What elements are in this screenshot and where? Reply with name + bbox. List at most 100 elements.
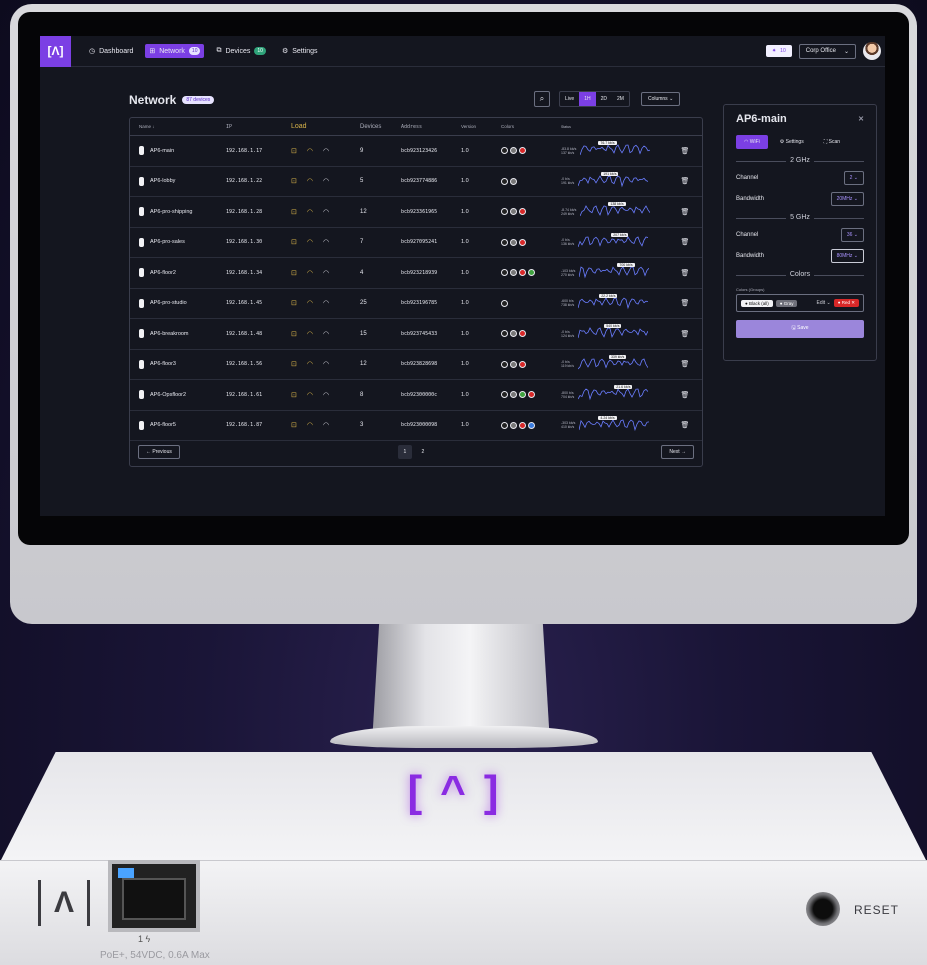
wifi-icon: ◠: [306, 147, 313, 155]
cell-version: 1.0: [461, 391, 469, 398]
time-range-group: Live 1H 2D 2M: [559, 91, 630, 107]
table-row[interactable]: AP6-main 192.168.1.17 ⊡ ◠ ◠ 9 bcb923123426…: [130, 136, 702, 167]
access-point-icon: [139, 420, 144, 430]
delete-icon[interactable]: 🗑: [675, 299, 695, 307]
traffic-sparkline: 138 kb/s: [580, 202, 651, 219]
reset-button[interactable]: [806, 892, 840, 926]
wifi-icon: ◠: [306, 269, 313, 277]
col-name[interactable]: Name ↓: [130, 124, 226, 129]
page-2[interactable]: 2: [416, 445, 430, 459]
office-select[interactable]: Corp Office ⌄: [798, 43, 856, 59]
color-dot: [510, 208, 517, 216]
table-row[interactable]: AP6-pro-studio 192.168.1.45 ⊡ ◠ ◠ 25 bcb92…: [130, 289, 702, 319]
arrow-right-icon: →: [681, 449, 686, 455]
tab-wifi[interactable]: ◠ WiFi: [736, 135, 768, 149]
signal-icon: ◠: [322, 391, 330, 399]
table-row[interactable]: AP6-floor2 192.168.1.34 ⊡ ◠ ◠ 4 bcb9232189…: [130, 258, 702, 289]
range-1h[interactable]: 1H: [579, 92, 596, 106]
delete-icon[interactable]: 🗑: [675, 147, 695, 155]
network-icon: ⊞: [149, 48, 156, 55]
col-ip[interactable]: IP: [226, 124, 291, 130]
delete-icon[interactable]: 🗑: [675, 238, 695, 246]
next-label: Next: [669, 449, 680, 455]
wifi-icon: ◠: [306, 361, 313, 369]
table-row[interactable]: AP6-floor5 192.168.1.87 ⊡ ◠ ◠ 3 bcb9230000…: [130, 411, 702, 441]
table-row[interactable]: AP6-pro-sales 192.168.1.30 ⊡ ◠ ◠ 7 bcb9270…: [130, 228, 702, 258]
color-dot: [510, 147, 517, 155]
traffic-sparkline: 191 kb/s: [577, 171, 649, 189]
cell-version: 1.0: [461, 361, 469, 368]
cell-address: bcb923774886: [401, 178, 438, 185]
range-live[interactable]: Live: [560, 92, 579, 106]
wifi-icon: ◠: [306, 422, 313, 430]
nav-network[interactable]: ⊞ Network 10: [145, 44, 205, 58]
table-row[interactable]: AP6-breakroom 192.168.1.48 ⊡ ◠ ◠ 15 bcb923…: [130, 319, 702, 350]
range-2m[interactable]: 2M: [612, 92, 629, 106]
columns-button[interactable]: Columns ⌄: [640, 92, 681, 106]
previous-button[interactable]: ← Previous: [138, 445, 180, 459]
avatar[interactable]: [863, 42, 881, 60]
channel-label: Channel: [736, 175, 759, 181]
delete-icon[interactable]: 🗑: [675, 421, 695, 429]
signal-icon: ◠: [322, 361, 330, 369]
table-row[interactable]: AP6-floor3 192.168.1.56 ⊡ ◠ ◠ 12 bcb923828…: [130, 350, 702, 380]
delete-icon[interactable]: 🗑: [675, 391, 695, 399]
col-status[interactable]: Status: [561, 125, 675, 129]
traffic-sparkline: 540 kb/s: [577, 324, 649, 341]
nav-settings[interactable]: ⚙ Settings: [278, 44, 322, 58]
bandwidth-2ghz-select[interactable]: 20MHz ⌄: [830, 192, 864, 206]
table-row[interactable]: AP6-lobby 192.168.1.22 ⊡ ◠ ◠ 5 bcb92377488…: [130, 167, 702, 197]
nav-dashboard[interactable]: ◷ Dashboard: [85, 44, 137, 58]
next-button[interactable]: Next →: [661, 445, 694, 459]
sun-button[interactable]: ✷ 10: [765, 45, 792, 57]
delete-icon[interactable]: 🗑: [675, 177, 695, 185]
ethernet-port[interactable]: [108, 860, 200, 932]
color-dot: [501, 208, 508, 216]
color-dot: [519, 360, 526, 368]
color-dot: [501, 391, 508, 399]
sparkline-chart: [577, 235, 649, 247]
device-name: AP6-pro-sales: [150, 239, 185, 246]
edit-colors-button[interactable]: Edit ⌄: [817, 300, 831, 306]
nav-devices[interactable]: ⧉ Devices 10: [212, 44, 269, 58]
table-row[interactable]: AP6-pro-shipping 192.168.1.28 ⊡ ◠ ◠ 12 bcb…: [130, 197, 702, 228]
tab-scan[interactable]: ⛶ Scan: [816, 135, 848, 149]
chip-black[interactable]: ● Black (all): [741, 299, 773, 307]
col-address[interactable]: Address: [401, 124, 461, 130]
bandwidth-5ghz-select[interactable]: 80MHz ⌄: [830, 249, 864, 263]
col-colors[interactable]: Colors: [501, 124, 561, 129]
table-row[interactable]: AP6-Opsfloor2 192.168.1.61 ⊡ ◠ ◠ 8 bcb9230…: [130, 380, 702, 411]
chip-gray[interactable]: ● Gray: [775, 299, 798, 307]
cell-ip: 192.168.1.48: [226, 330, 263, 337]
front-logo: Λ: [38, 880, 90, 926]
color-dot: [501, 299, 508, 307]
app-logo[interactable]: [Λ]: [40, 36, 71, 67]
cell-devices: 9: [360, 147, 364, 154]
color-dot: [510, 421, 517, 429]
search-button[interactable]: ⌕: [534, 91, 550, 107]
col-devices[interactable]: Devices: [360, 124, 401, 130]
range-2d[interactable]: 2D: [596, 92, 612, 106]
cell-version: 1.0: [461, 300, 469, 307]
delete-icon[interactable]: 🗑: [675, 330, 695, 338]
devices-icon: ⧉: [216, 47, 222, 54]
page-1[interactable]: 1: [397, 445, 412, 459]
close-icon[interactable]: ✕: [858, 115, 864, 123]
delete-icon[interactable]: 🗑: [675, 208, 695, 216]
tab-settings[interactable]: ⚙ Settings: [772, 135, 812, 149]
col-load[interactable]: Load: [291, 123, 360, 130]
channel-5ghz-select[interactable]: 36 ⌄: [840, 228, 864, 242]
channel-2ghz-select[interactable]: 2 ⌄: [843, 171, 864, 185]
cell-address: bcb923745433: [401, 330, 438, 337]
chip-red[interactable]: ● Red ✕: [833, 299, 859, 307]
save-button[interactable]: 🖫 Save: [736, 320, 864, 338]
sparkline-chart: [577, 174, 649, 188]
cell-version: 1.0: [461, 208, 469, 215]
col-version[interactable]: Version: [461, 124, 501, 129]
cell-load: ⊡ ◠ ◠: [291, 421, 360, 429]
bandwidth-2ghz-row: Bandwidth 20MHz ⌄: [736, 192, 864, 206]
device-name: AP6-main: [150, 147, 175, 154]
colors-chips-field[interactable]: ● Black (all) ● Gray Edit ⌄ ● Red ✕: [736, 294, 864, 312]
delete-icon[interactable]: 🗑: [675, 360, 695, 368]
delete-icon[interactable]: 🗑: [675, 269, 695, 277]
